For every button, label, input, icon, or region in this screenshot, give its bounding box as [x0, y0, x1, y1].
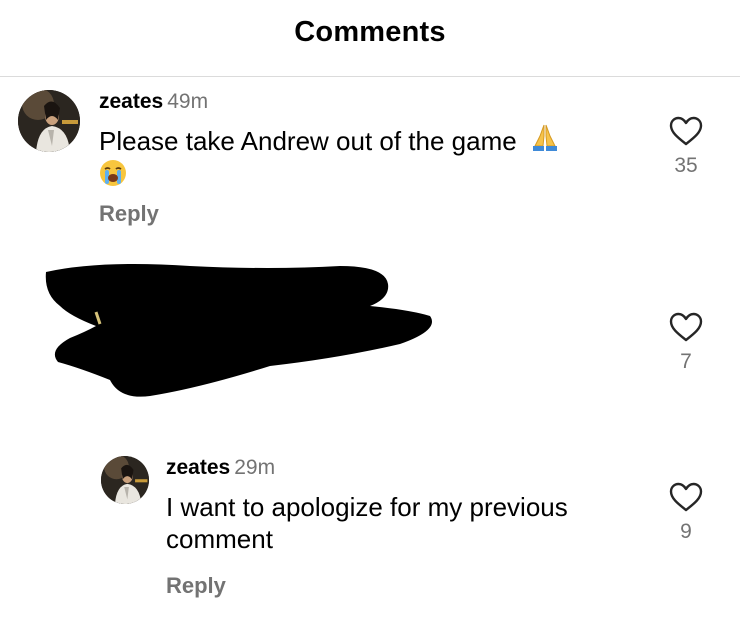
page-title: Comments	[294, 16, 446, 48]
like-count: 9	[680, 520, 692, 543]
timestamp: 49m	[167, 90, 209, 113]
loudly-crying-face-emoji	[99, 159, 127, 194]
like-count: 35	[674, 154, 698, 177]
like-count: 7	[680, 350, 692, 373]
comment-body: Please take Andrew out of the game	[99, 126, 517, 156]
reply-button[interactable]: Reply	[99, 201, 159, 227]
like-control: 7	[666, 312, 706, 374]
heart-outline-icon[interactable]	[669, 482, 703, 512]
comment-meta: zeates 29m	[166, 456, 275, 480]
heart-outline-icon[interactable]	[669, 116, 703, 146]
timestamp: 29m	[234, 456, 276, 479]
redaction-scribble	[45, 264, 433, 397]
comment-meta: zeates 49m	[99, 90, 208, 114]
comment-body-line2: comment	[166, 524, 273, 554]
reply-button[interactable]: Reply	[166, 573, 226, 599]
comment-body-line1: I want to apologize for my previous	[166, 492, 568, 522]
comment-text: I want to apologize for my previous comm…	[166, 491, 646, 555]
username[interactable]: zeates	[99, 90, 163, 113]
comments-header: Comments	[0, 0, 740, 77]
heart-outline-icon[interactable]	[669, 312, 703, 342]
folded-hands-emoji	[530, 122, 560, 159]
like-control: 35	[666, 116, 706, 178]
avatar[interactable]	[101, 456, 149, 504]
like-control: 9	[666, 482, 706, 544]
username[interactable]: zeates	[166, 456, 230, 479]
avatar[interactable]	[18, 90, 80, 152]
comment-text: Please take Andrew out of the game	[99, 122, 629, 194]
